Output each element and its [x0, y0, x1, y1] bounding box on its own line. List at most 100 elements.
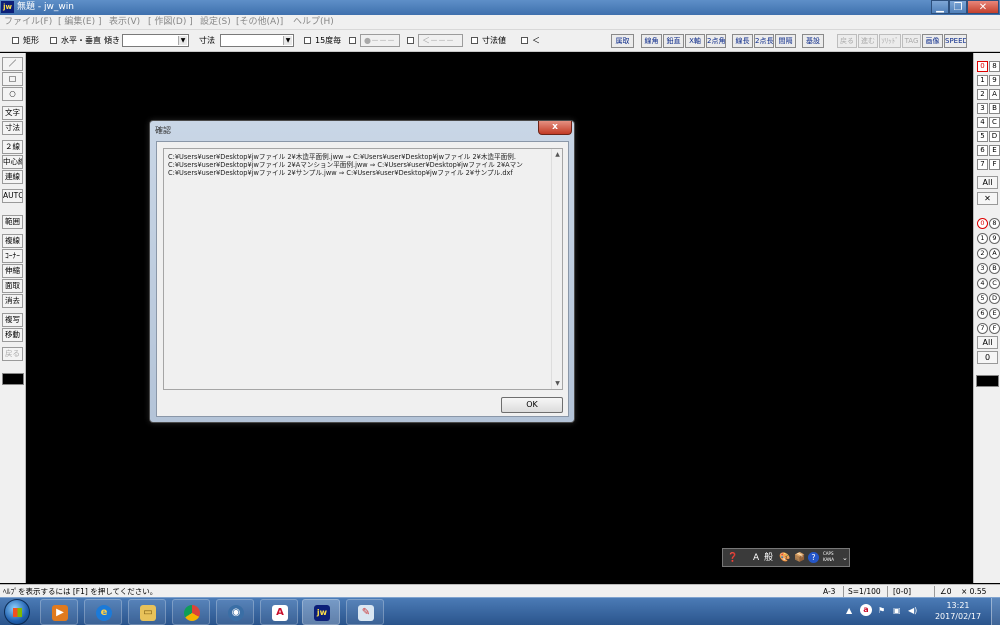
log-scrollbar[interactable]: ▲ ▼: [551, 149, 562, 389]
ime-help-icon[interactable]: ❓: [727, 552, 738, 564]
layer-key-2[interactable]: 2: [977, 89, 988, 100]
conversion-log[interactable]: C:¥Users¥user¥Desktop¥jwファイル 2¥木造平面例.jww…: [163, 148, 563, 390]
dim-combo[interactable]: ▼: [220, 34, 294, 47]
forward-button[interactable]: 進む: [858, 34, 878, 48]
group-key-6[interactable]: 6: [977, 308, 988, 319]
layer-key-e[interactable]: E: [989, 145, 1000, 156]
group-key-b[interactable]: B: [989, 263, 1000, 274]
rect-tool-button[interactable]: □: [2, 72, 23, 86]
menu-file[interactable]: ファイル(F): [4, 16, 52, 28]
group-key-8[interactable]: 8: [989, 218, 1000, 229]
group-key-1[interactable]: 1: [977, 233, 988, 244]
menu-draw[interactable]: [ 作図(D) ]: [148, 16, 193, 28]
paper-size[interactable]: A-3: [823, 586, 835, 597]
angle-display[interactable]: ∠0: [940, 586, 952, 597]
two-point-length-button[interactable]: 2点長: [754, 34, 774, 48]
ime-mode-icon[interactable]: A: [753, 552, 759, 564]
show-desktop-button[interactable]: [991, 598, 1000, 625]
scroll-down-icon[interactable]: ▼: [553, 379, 562, 388]
taskbar-clock[interactable]: 13:21 2017/02/17: [930, 600, 986, 622]
back-button[interactable]: 戻る: [837, 34, 857, 48]
image-button[interactable]: 画像: [922, 34, 943, 48]
arrow-style-box[interactable]: ＜－－－: [418, 34, 463, 47]
tray-acrobat-icon[interactable]: a: [860, 604, 872, 616]
taskbar-media-player[interactable]: ▶: [40, 599, 78, 625]
layer-key-3[interactable]: 3: [977, 103, 988, 114]
group-key-a[interactable]: A: [989, 248, 1000, 259]
group-key-7[interactable]: 7: [977, 323, 988, 334]
group-key-0[interactable]: 0: [977, 218, 988, 229]
lt-checkbox[interactable]: [521, 37, 528, 44]
hv-checkbox[interactable]: [50, 37, 57, 44]
auto-tool-button[interactable]: AUTO: [2, 189, 23, 203]
dialog-close-button[interactable]: x: [538, 121, 572, 135]
taskbar-messenger[interactable]: ◉: [216, 599, 254, 625]
chevron-down-icon[interactable]: ▼: [178, 36, 187, 45]
layer-key-9[interactable]: 9: [989, 75, 1000, 86]
chamfer-tool-button[interactable]: 面取: [2, 279, 23, 293]
speed-button[interactable]: SPEED: [944, 34, 967, 48]
arrow-checkbox[interactable]: [407, 37, 414, 44]
chevron-down-icon[interactable]: ▼: [283, 36, 292, 45]
layer-key-7[interactable]: 7: [977, 159, 988, 170]
group-key-c[interactable]: C: [989, 278, 1000, 289]
scale-display[interactable]: S=1/100: [848, 586, 881, 597]
spacing-button[interactable]: 間隔: [775, 34, 796, 48]
layer-display[interactable]: [0-0]: [893, 586, 911, 597]
group-key-2[interactable]: 2: [977, 248, 988, 259]
line-angle-button[interactable]: 線角: [641, 34, 662, 48]
solid-button[interactable]: ｿﾘｯﾄﾞ: [879, 34, 901, 48]
taskbar-file-explorer[interactable]: ▭: [128, 599, 166, 625]
jw-app-icon[interactable]: jw: [1, 1, 14, 13]
ok-button[interactable]: OK: [501, 397, 563, 413]
group-key-f[interactable]: F: [989, 323, 1000, 334]
circle-checkbox[interactable]: [349, 37, 356, 44]
layer-x-button[interactable]: ✕: [977, 192, 998, 205]
attr-pick-button[interactable]: 属取: [611, 34, 634, 48]
erase-tool-button[interactable]: 消去: [2, 294, 23, 308]
group-zero-button[interactable]: 0: [977, 351, 998, 364]
corner-tool-button[interactable]: ｺｰﾅｰ: [2, 249, 23, 263]
line-length-button[interactable]: 線長: [732, 34, 753, 48]
circle-style-box[interactable]: ●－－－: [360, 34, 400, 47]
layer-key-0[interactable]: 0: [977, 61, 988, 72]
base-set-button[interactable]: 基設: [802, 34, 824, 48]
offset-tool-button[interactable]: 複線: [2, 234, 23, 248]
group-key-d[interactable]: D: [989, 293, 1000, 304]
layer-key-1[interactable]: 1: [977, 75, 988, 86]
text-tool-button[interactable]: 文字: [2, 106, 23, 120]
circle-tool-button[interactable]: ○: [2, 87, 23, 101]
dimval-checkbox[interactable]: [471, 37, 478, 44]
move-tool-button[interactable]: 移動: [2, 328, 23, 342]
group-key-e[interactable]: E: [989, 308, 1000, 319]
menu-help[interactable]: ヘルプ(H): [293, 16, 334, 28]
tray-flag-icon[interactable]: ⚑: [878, 605, 885, 617]
taskbar-chrome[interactable]: [172, 599, 210, 625]
undo-tool-button[interactable]: 戻る: [2, 347, 23, 361]
double-line-tool-button[interactable]: ２線: [2, 140, 23, 154]
menu-settings[interactable]: 設定(S): [200, 16, 231, 28]
vertical-button[interactable]: 鉛直: [663, 34, 684, 48]
line-tool-button[interactable]: ／: [2, 57, 23, 71]
menu-other[interactable]: [その他(A)]: [236, 16, 283, 28]
ime-conversion-icon[interactable]: 般: [764, 552, 773, 564]
dimension-tool-button[interactable]: 寸法: [2, 121, 23, 135]
layer-key-4[interactable]: 4: [977, 117, 988, 128]
line-color-swatch[interactable]: [2, 373, 24, 385]
layer-key-6[interactable]: 6: [977, 145, 988, 156]
taskbar-paint[interactable]: ✎: [346, 599, 384, 625]
ime-options-icon[interactable]: ⌄: [842, 552, 848, 564]
maximize-button[interactable]: ❐: [949, 0, 967, 14]
start-button[interactable]: [4, 599, 30, 625]
minimize-button[interactable]: ▁: [931, 0, 949, 14]
layer-key-a[interactable]: A: [989, 89, 1000, 100]
taskbar-internet-explorer[interactable]: e: [84, 599, 122, 625]
menu-view[interactable]: 表示(V): [109, 16, 140, 28]
deg15-checkbox[interactable]: [304, 37, 311, 44]
ime-dictionary-icon[interactable]: 📦: [794, 552, 805, 564]
x-axis-button[interactable]: X軸: [685, 34, 705, 48]
tag-button[interactable]: TAG: [902, 34, 921, 48]
taskbar-acrobat[interactable]: A: [260, 599, 298, 625]
layer-key-d[interactable]: D: [989, 131, 1000, 142]
layer-key-f[interactable]: F: [989, 159, 1000, 170]
